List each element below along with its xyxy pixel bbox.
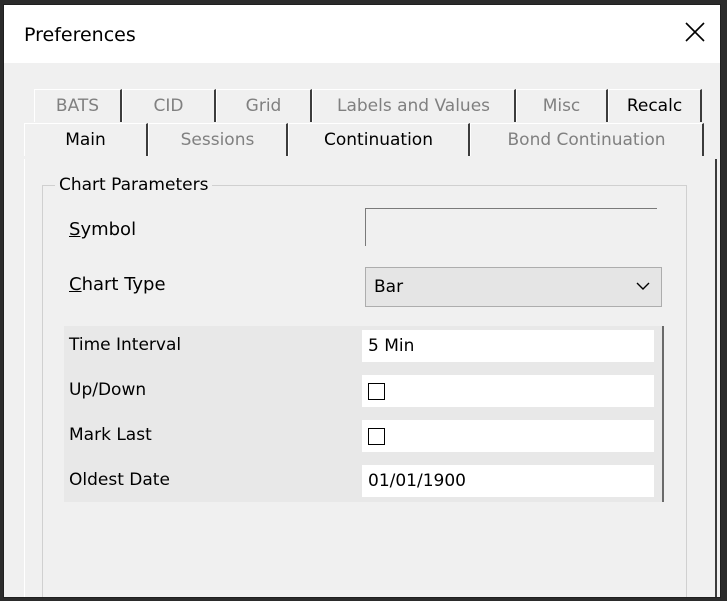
chart-type-select[interactable]: Bar [365, 267, 662, 307]
tab-label: Bond Continuation [507, 130, 666, 150]
up-down-field [362, 375, 654, 407]
oldest-date-field[interactable]: 01/01/1900 [362, 465, 654, 497]
window-title: Preferences [24, 24, 136, 46]
tab-label: Main [65, 130, 106, 150]
tab-recalc[interactable]: Recalc [608, 89, 702, 122]
tab-label: CID [153, 96, 184, 116]
parameters-grid: Time Interval 5 Min Up/Down Mark Last Ol… [64, 326, 664, 502]
chevron-down-icon [635, 278, 651, 294]
tab-label: Sessions [180, 130, 255, 150]
mark-last-checkbox[interactable] [368, 427, 385, 445]
param-value: 01/01/1900 [368, 471, 466, 491]
tab-row-2: Main Sessions Continuation Bond Continua… [4, 123, 720, 156]
tab-labels-and-values[interactable]: Labels and Values [312, 89, 516, 122]
label-text: hart Type [81, 274, 166, 295]
param-value: 5 Min [368, 336, 415, 356]
chart-type-value: Bar [374, 277, 404, 297]
param-label: Oldest Date [69, 470, 170, 490]
tab-cid[interactable]: CID [122, 89, 216, 122]
tab-bond-continuation[interactable]: Bond Continuation [470, 123, 704, 156]
tab-label: Labels and Values [336, 96, 491, 116]
group-title: Chart Parameters [55, 175, 213, 195]
tab-row-1: BATS CID Grid Labels and Values Misc Rec… [4, 89, 720, 122]
tab-main[interactable]: Main [24, 123, 148, 156]
param-row-mark-last: Mark Last [64, 416, 660, 454]
symbol-label: Symbol [69, 219, 136, 240]
tab-grid[interactable]: Grid [216, 89, 312, 122]
preferences-dialog: Preferences BATS CID Grid Labels and Val… [3, 4, 721, 598]
label-text: ymbol [80, 219, 137, 240]
accelerator-key: S [69, 219, 81, 240]
tab-bats[interactable]: BATS [34, 89, 122, 122]
param-label: Time Interval [69, 335, 182, 355]
close-icon[interactable] [680, 17, 710, 47]
param-row-time-interval: Time Interval 5 Min [64, 326, 660, 364]
up-down-checkbox[interactable] [368, 382, 385, 400]
symbol-input[interactable] [365, 208, 657, 246]
tab-label: BATS [55, 96, 100, 116]
chart-type-label: Chart Type [69, 274, 166, 295]
title-bar: Preferences [4, 5, 720, 63]
tab-sessions[interactable]: Sessions [148, 123, 288, 156]
accelerator-key: C [69, 274, 82, 295]
tab-misc[interactable]: Misc [516, 89, 608, 122]
tab-label: Grid [245, 96, 282, 116]
tab-label: Misc [542, 96, 581, 116]
param-label: Up/Down [69, 380, 147, 400]
mark-last-field [362, 420, 654, 452]
param-row-up-down: Up/Down [64, 371, 660, 409]
tab-continuation[interactable]: Continuation [288, 123, 470, 156]
time-interval-field[interactable]: 5 Min [362, 330, 654, 362]
param-label: Mark Last [69, 425, 152, 445]
tab-label: Recalc [626, 96, 683, 116]
tab-label: Continuation [324, 130, 433, 150]
param-row-oldest-date: Oldest Date 01/01/1900 [64, 461, 660, 499]
